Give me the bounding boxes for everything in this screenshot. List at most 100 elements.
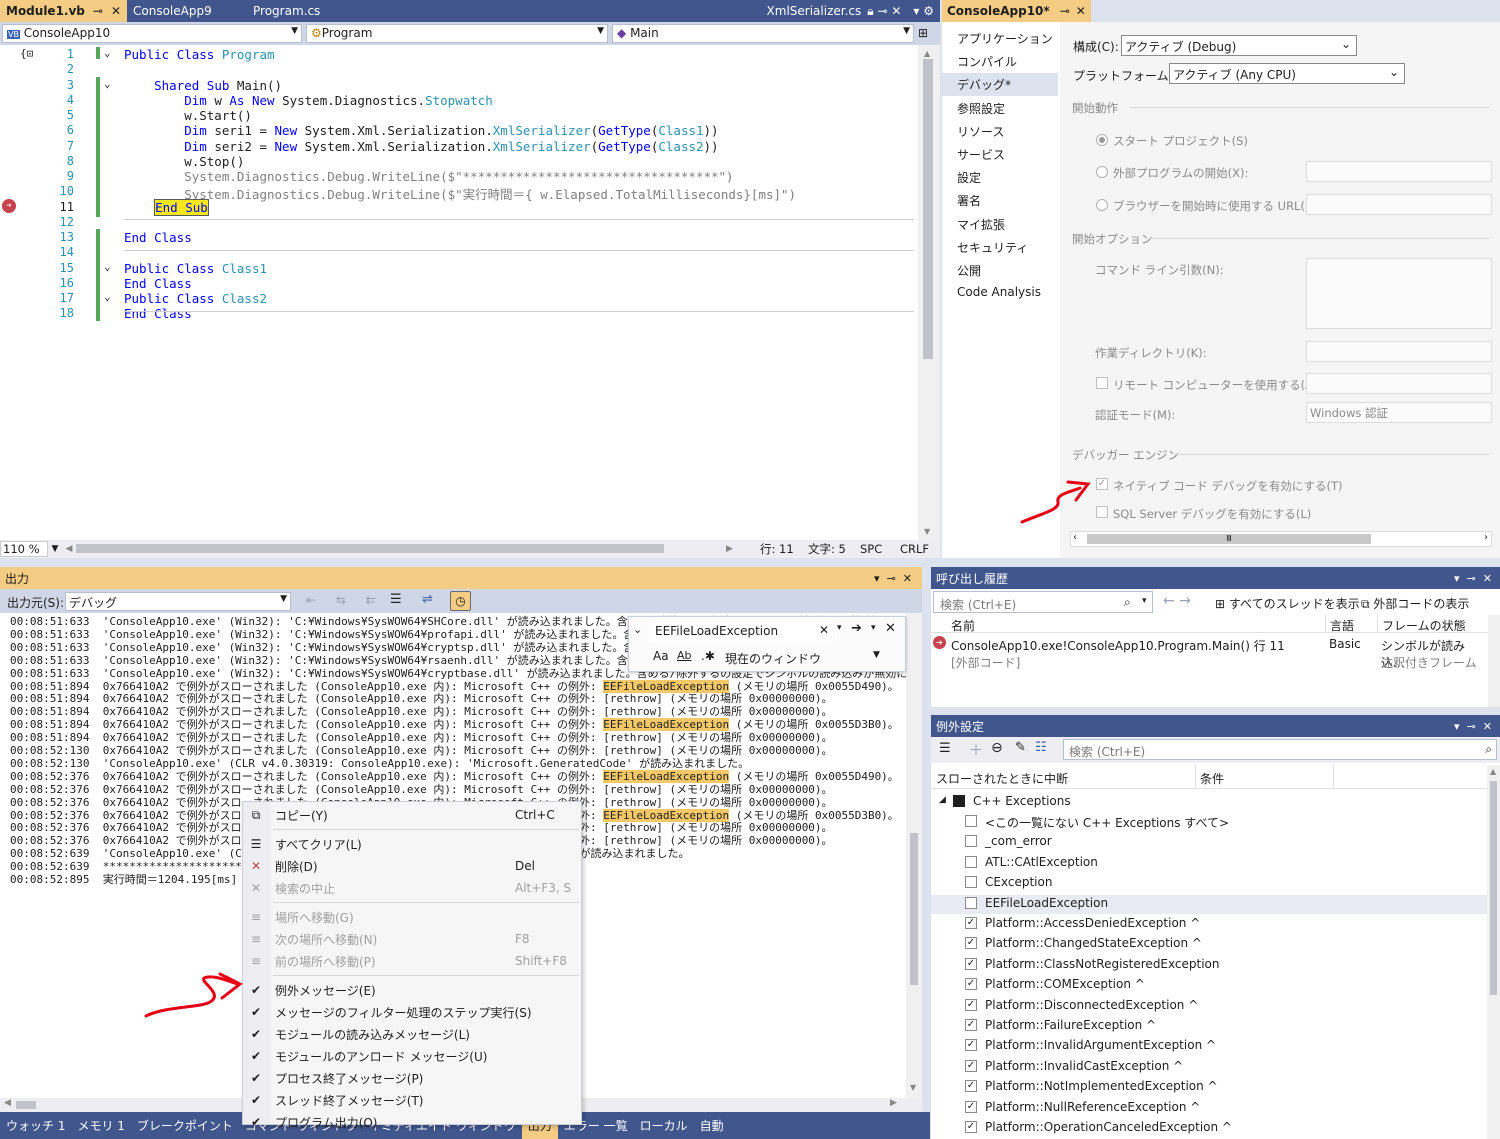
menu-item[interactable]: ✔ モジュールの読み込みメッセージ(L): [243, 1023, 581, 1045]
exception-item[interactable]: EEFileLoadException: [985, 896, 1108, 910]
bottom-tab[interactable]: ローカル: [634, 1112, 694, 1139]
exception-checkbox[interactable]: [965, 876, 977, 889]
menu-item[interactable]: ✔ スレッド終了メッセージ(T): [243, 1089, 581, 1111]
menu-item[interactable]: ≡ 場所へ移動(G): [243, 906, 581, 928]
exception-checkbox[interactable]: ✓: [965, 957, 977, 970]
menu-item[interactable]: ≡ 次の場所へ移動(N) F8: [243, 928, 581, 950]
class-combo[interactable]: ⚙Program ▼: [306, 24, 608, 43]
project-combo[interactable]: VB ConsoleApp10 ▼: [2, 24, 302, 43]
properties-horizontal-scrollbar[interactable]: ‹ Ⅲ ›: [1070, 531, 1492, 547]
code-line[interactable]: w.Start(): [124, 108, 252, 123]
search-icon[interactable]: ⌕: [1485, 742, 1492, 757]
exception-checkbox[interactable]: ✓: [965, 1039, 977, 1052]
close-find-icon[interactable]: ✕: [885, 621, 896, 636]
exception-item[interactable]: Platform::InvalidCastException ^: [985, 1059, 1183, 1073]
props-nav-item[interactable]: サービス: [957, 146, 1005, 163]
code-line[interactable]: Dim seri1 = New System.Xml.Serialization…: [124, 123, 718, 138]
menu-item[interactable]: ✕ 削除(D) Del: [243, 855, 581, 877]
start-project-radio[interactable]: [1096, 134, 1108, 146]
exception-item[interactable]: Platform::ChangedStateException ^: [985, 936, 1202, 950]
menu-item[interactable]: ✔ メッセージのフィルター処理のステップ実行(S): [243, 1001, 581, 1023]
exception-item[interactable]: Platform::AccessDeniedException ^: [985, 916, 1200, 930]
code-line[interactable]: Public Class Program: [124, 47, 275, 62]
working-directory-input[interactable]: [1306, 341, 1492, 362]
exception-item[interactable]: Platform::ClassNotRegisteredException: [985, 957, 1220, 971]
find-next-icon[interactable]: ➔: [851, 621, 862, 636]
timestamp-toggle-icon[interactable]: ◷: [450, 591, 471, 611]
whole-word-icon[interactable]: Ab: [677, 649, 692, 662]
code-line[interactable]: End Class: [124, 230, 192, 245]
exception-checkbox[interactable]: ✓: [965, 978, 977, 991]
output-nav-icons[interactable]: ⇤ ⇆ ⇇: [306, 593, 384, 607]
exception-checkbox[interactable]: ✓: [965, 937, 977, 950]
fold-icon[interactable]: ⌄: [104, 46, 111, 59]
exception-item[interactable]: Platform::NullReferenceException ^: [985, 1100, 1200, 1114]
search-history-icon[interactable]: ▾: [837, 623, 842, 633]
exception-checkbox[interactable]: [965, 835, 977, 848]
code-line[interactable]: Dim w As New System.Diagnostics.Stopwatc…: [124, 93, 493, 108]
exception-item[interactable]: _com_error: [985, 834, 1052, 848]
member-combo[interactable]: ◆ Main ▼: [612, 24, 914, 43]
tab-overflow-icon[interactable]: ▾ ⚙: [907, 0, 940, 22]
props-nav-item[interactable]: コンパイル: [957, 53, 1017, 70]
props-nav-item[interactable]: セキュリティ: [957, 239, 1028, 256]
props-nav-item[interactable]: 公開: [957, 262, 981, 279]
browser-url-input[interactable]: [1306, 194, 1492, 215]
tab-controls-icon[interactable]: 🔒︎ ⊸ ✕: [867, 4, 901, 19]
props-nav-item[interactable]: リソース: [957, 123, 1004, 140]
props-nav-item[interactable]: 参照設定: [957, 100, 1005, 117]
menu-item[interactable]: ✕ 検索の中止 Alt+F3, S: [243, 877, 581, 899]
scope-select[interactable]: 現在のウィンドウ ▼: [725, 650, 880, 667]
callstack-window-controls[interactable]: ▾ ⊸ ✕: [1454, 572, 1492, 585]
config-select[interactable]: アクティブ (Debug) ⌄: [1121, 35, 1357, 56]
filter-icon[interactable]: ☰: [939, 741, 951, 756]
exception-item[interactable]: Platform::COMException ^: [985, 977, 1145, 991]
nav-arrows-icon[interactable]: ← →: [1163, 593, 1191, 609]
output-source-select[interactable]: デバッグ ▼: [65, 592, 291, 611]
exception-item[interactable]: Platform::InvalidArgumentException ^: [985, 1038, 1216, 1052]
exception-checkbox[interactable]: ✓: [965, 917, 977, 929]
code-line[interactable]: System.Diagnostics.Debug.WriteLine($"***…: [124, 169, 733, 184]
cpp-exceptions-group[interactable]: C++ Exceptions: [973, 794, 1071, 808]
code-editor[interactable]: ➔ {⊡ 1 Public Class Program ⌄ 2 3 Shared Sub…: [0, 45, 918, 540]
exception-item[interactable]: ATL::CAtlException: [985, 855, 1098, 869]
callstack-search-input[interactable]: 検索 (Ctrl+E) ⌕ ▾: [933, 591, 1153, 613]
code-line[interactable]: Public Class Class1: [124, 261, 267, 276]
exception-item[interactable]: CException: [985, 875, 1052, 889]
menu-item[interactable]: ✔ プロセス終了メッセージ(P): [243, 1067, 581, 1089]
menu-item[interactable]: ✔ プログラム出力(O): [243, 1111, 581, 1133]
code-line[interactable]: End Class: [124, 306, 192, 321]
find-input[interactable]: EEFileLoadException ✕: [649, 620, 833, 642]
document-tab[interactable]: Module1.vb ⊸ ✕: [0, 0, 128, 22]
fold-icon[interactable]: ⌄: [104, 290, 111, 303]
exception-checkbox[interactable]: [965, 855, 977, 868]
clear-all-icon[interactable]: ☰: [390, 592, 402, 607]
editor-vertical-scrollbar[interactable]: ▲ ▼: [918, 45, 940, 540]
external-program-radio[interactable]: [1096, 166, 1108, 178]
callstack-row[interactable]: [外部コード] 注釈付きフレーム: [931, 652, 1488, 670]
bottom-tab[interactable]: メモリ 1: [71, 1112, 130, 1139]
collapse-icon[interactable]: ◢: [939, 795, 946, 805]
split-icon[interactable]: ⊞: [918, 26, 928, 40]
code-line[interactable]: End Class: [124, 276, 192, 291]
props-nav-item[interactable]: マイ拡張: [957, 216, 1005, 233]
exception-item[interactable]: <この一覧にない C++ Exceptions すべて>: [985, 814, 1229, 831]
code-line[interactable]: Dim seri2 = New System.Xml.Serialization…: [124, 139, 718, 154]
props-nav-item[interactable]: デバッグ*: [957, 76, 1011, 93]
show-external-code-button[interactable]: ⧉ 外部コードの表示: [1361, 595, 1469, 612]
exception-checkbox[interactable]: [965, 896, 977, 909]
exception-checkbox[interactable]: ✓: [965, 1019, 977, 1031]
zoom-combo[interactable]: 110 %: [0, 541, 48, 557]
close-icon[interactable]: ✕: [1076, 4, 1086, 18]
pin-icon[interactable]: ⊸: [1060, 4, 1070, 18]
exceptions-window-controls[interactable]: ▾ ⊸ ✕: [1454, 720, 1492, 733]
remote-machine-input[interactable]: [1306, 373, 1492, 394]
props-nav-item[interactable]: 署名: [957, 192, 981, 209]
fold-icon[interactable]: ⌄: [104, 260, 111, 273]
browser-url-radio[interactable]: [1096, 199, 1108, 211]
exception-checkbox[interactable]: ✓: [965, 998, 977, 1011]
code-lens-icon[interactable]: {⊡: [20, 47, 33, 60]
menu-item[interactable]: ≡ 前の場所へ移動(P) Shift+F8: [243, 950, 581, 972]
platform-select[interactable]: アクティブ (Any CPU) ⌄: [1169, 63, 1405, 84]
group-checkbox[interactable]: [953, 795, 965, 807]
